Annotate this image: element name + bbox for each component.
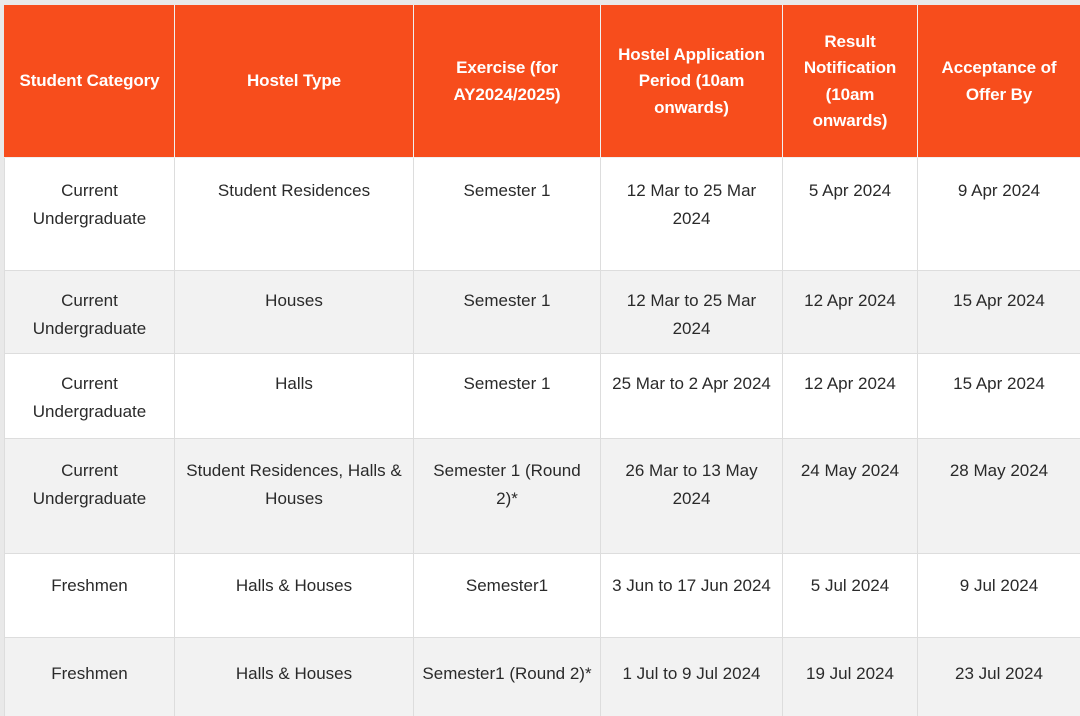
- cell-exercise: Semester 1: [413, 270, 601, 354]
- cell-student-category: Current Undergraduate: [4, 157, 175, 271]
- cell-student-category: Freshmen: [4, 553, 175, 638]
- cell-application-period: 25 Mar to 2 Apr 2024: [600, 353, 783, 439]
- column-header-student-category: Student Category: [4, 5, 175, 158]
- cell-application-period: 3 Jun to 17 Jun 2024: [600, 553, 783, 638]
- column-header-hostel-type: Hostel Type: [174, 5, 414, 158]
- cell-application-period: 26 Mar to 13 May 2024: [600, 438, 783, 554]
- column-header-acceptance-of-offer: Acceptance of Offer By: [917, 5, 1080, 158]
- cell-acceptance-by: 23 Jul 2024: [917, 637, 1080, 716]
- cell-student-category: Current Undergraduate: [4, 270, 175, 354]
- table-row: Freshmen Halls & Houses Semester1 (Round…: [4, 637, 1080, 716]
- cell-result-notification: 19 Jul 2024: [782, 637, 918, 716]
- cell-hostel-type: Halls & Houses: [174, 637, 414, 716]
- table-row: Current Undergraduate Halls Semester 1 2…: [4, 353, 1080, 439]
- cell-hostel-type: Student Residences: [174, 157, 414, 271]
- cell-result-notification: 12 Apr 2024: [782, 353, 918, 439]
- table-row: Current Undergraduate Student Residences…: [4, 438, 1080, 554]
- table-row: Current Undergraduate Student Residences…: [4, 157, 1080, 271]
- cell-student-category: Current Undergraduate: [4, 353, 175, 439]
- column-header-result-notification: Result Notification (10am onwards): [782, 5, 918, 158]
- column-header-application-period: Hostel Application Period (10am onwards): [600, 5, 783, 158]
- column-header-exercise: Exercise (for AY2024/2025): [413, 5, 601, 158]
- cell-hostel-type: Houses: [174, 270, 414, 354]
- cell-acceptance-by: 28 May 2024: [917, 438, 1080, 554]
- cell-application-period: 12 Mar to 25 Mar 2024: [600, 157, 783, 271]
- cell-student-category: Freshmen: [4, 637, 175, 716]
- cell-acceptance-by: 9 Jul 2024: [917, 553, 1080, 638]
- cell-exercise: Semester1 (Round 2)*: [413, 637, 601, 716]
- cell-acceptance-by: 9 Apr 2024: [917, 157, 1080, 271]
- hostel-application-schedule-table: Student Category Hostel Type Exercise (f…: [4, 5, 1080, 716]
- cell-acceptance-by: 15 Apr 2024: [917, 270, 1080, 354]
- cell-result-notification: 5 Jul 2024: [782, 553, 918, 638]
- cell-exercise: Semester1: [413, 553, 601, 638]
- cell-hostel-type: Student Residences, Halls & Houses: [174, 438, 414, 554]
- table-container: Student Category Hostel Type Exercise (f…: [0, 0, 1080, 716]
- table-row: Freshmen Halls & Houses Semester1 3 Jun …: [4, 553, 1080, 638]
- table-header-row: Student Category Hostel Type Exercise (f…: [4, 5, 1080, 158]
- cell-application-period: 12 Mar to 25 Mar 2024: [600, 270, 783, 354]
- cell-student-category: Current Undergraduate: [4, 438, 175, 554]
- cell-exercise: Semester 1 (Round 2)*: [413, 438, 601, 554]
- cell-acceptance-by: 15 Apr 2024: [917, 353, 1080, 439]
- table-body: Current Undergraduate Student Residences…: [4, 157, 1080, 716]
- table-header: Student Category Hostel Type Exercise (f…: [4, 5, 1080, 158]
- cell-exercise: Semester 1: [413, 353, 601, 439]
- cell-application-period: 1 Jul to 9 Jul 2024: [600, 637, 783, 716]
- cell-hostel-type: Halls & Houses: [174, 553, 414, 638]
- cell-hostel-type: Halls: [174, 353, 414, 439]
- cell-result-notification: 5 Apr 2024: [782, 157, 918, 271]
- cell-result-notification: 24 May 2024: [782, 438, 918, 554]
- table-row: Current Undergraduate Houses Semester 1 …: [4, 270, 1080, 354]
- cell-result-notification: 12 Apr 2024: [782, 270, 918, 354]
- cell-exercise: Semester 1: [413, 157, 601, 271]
